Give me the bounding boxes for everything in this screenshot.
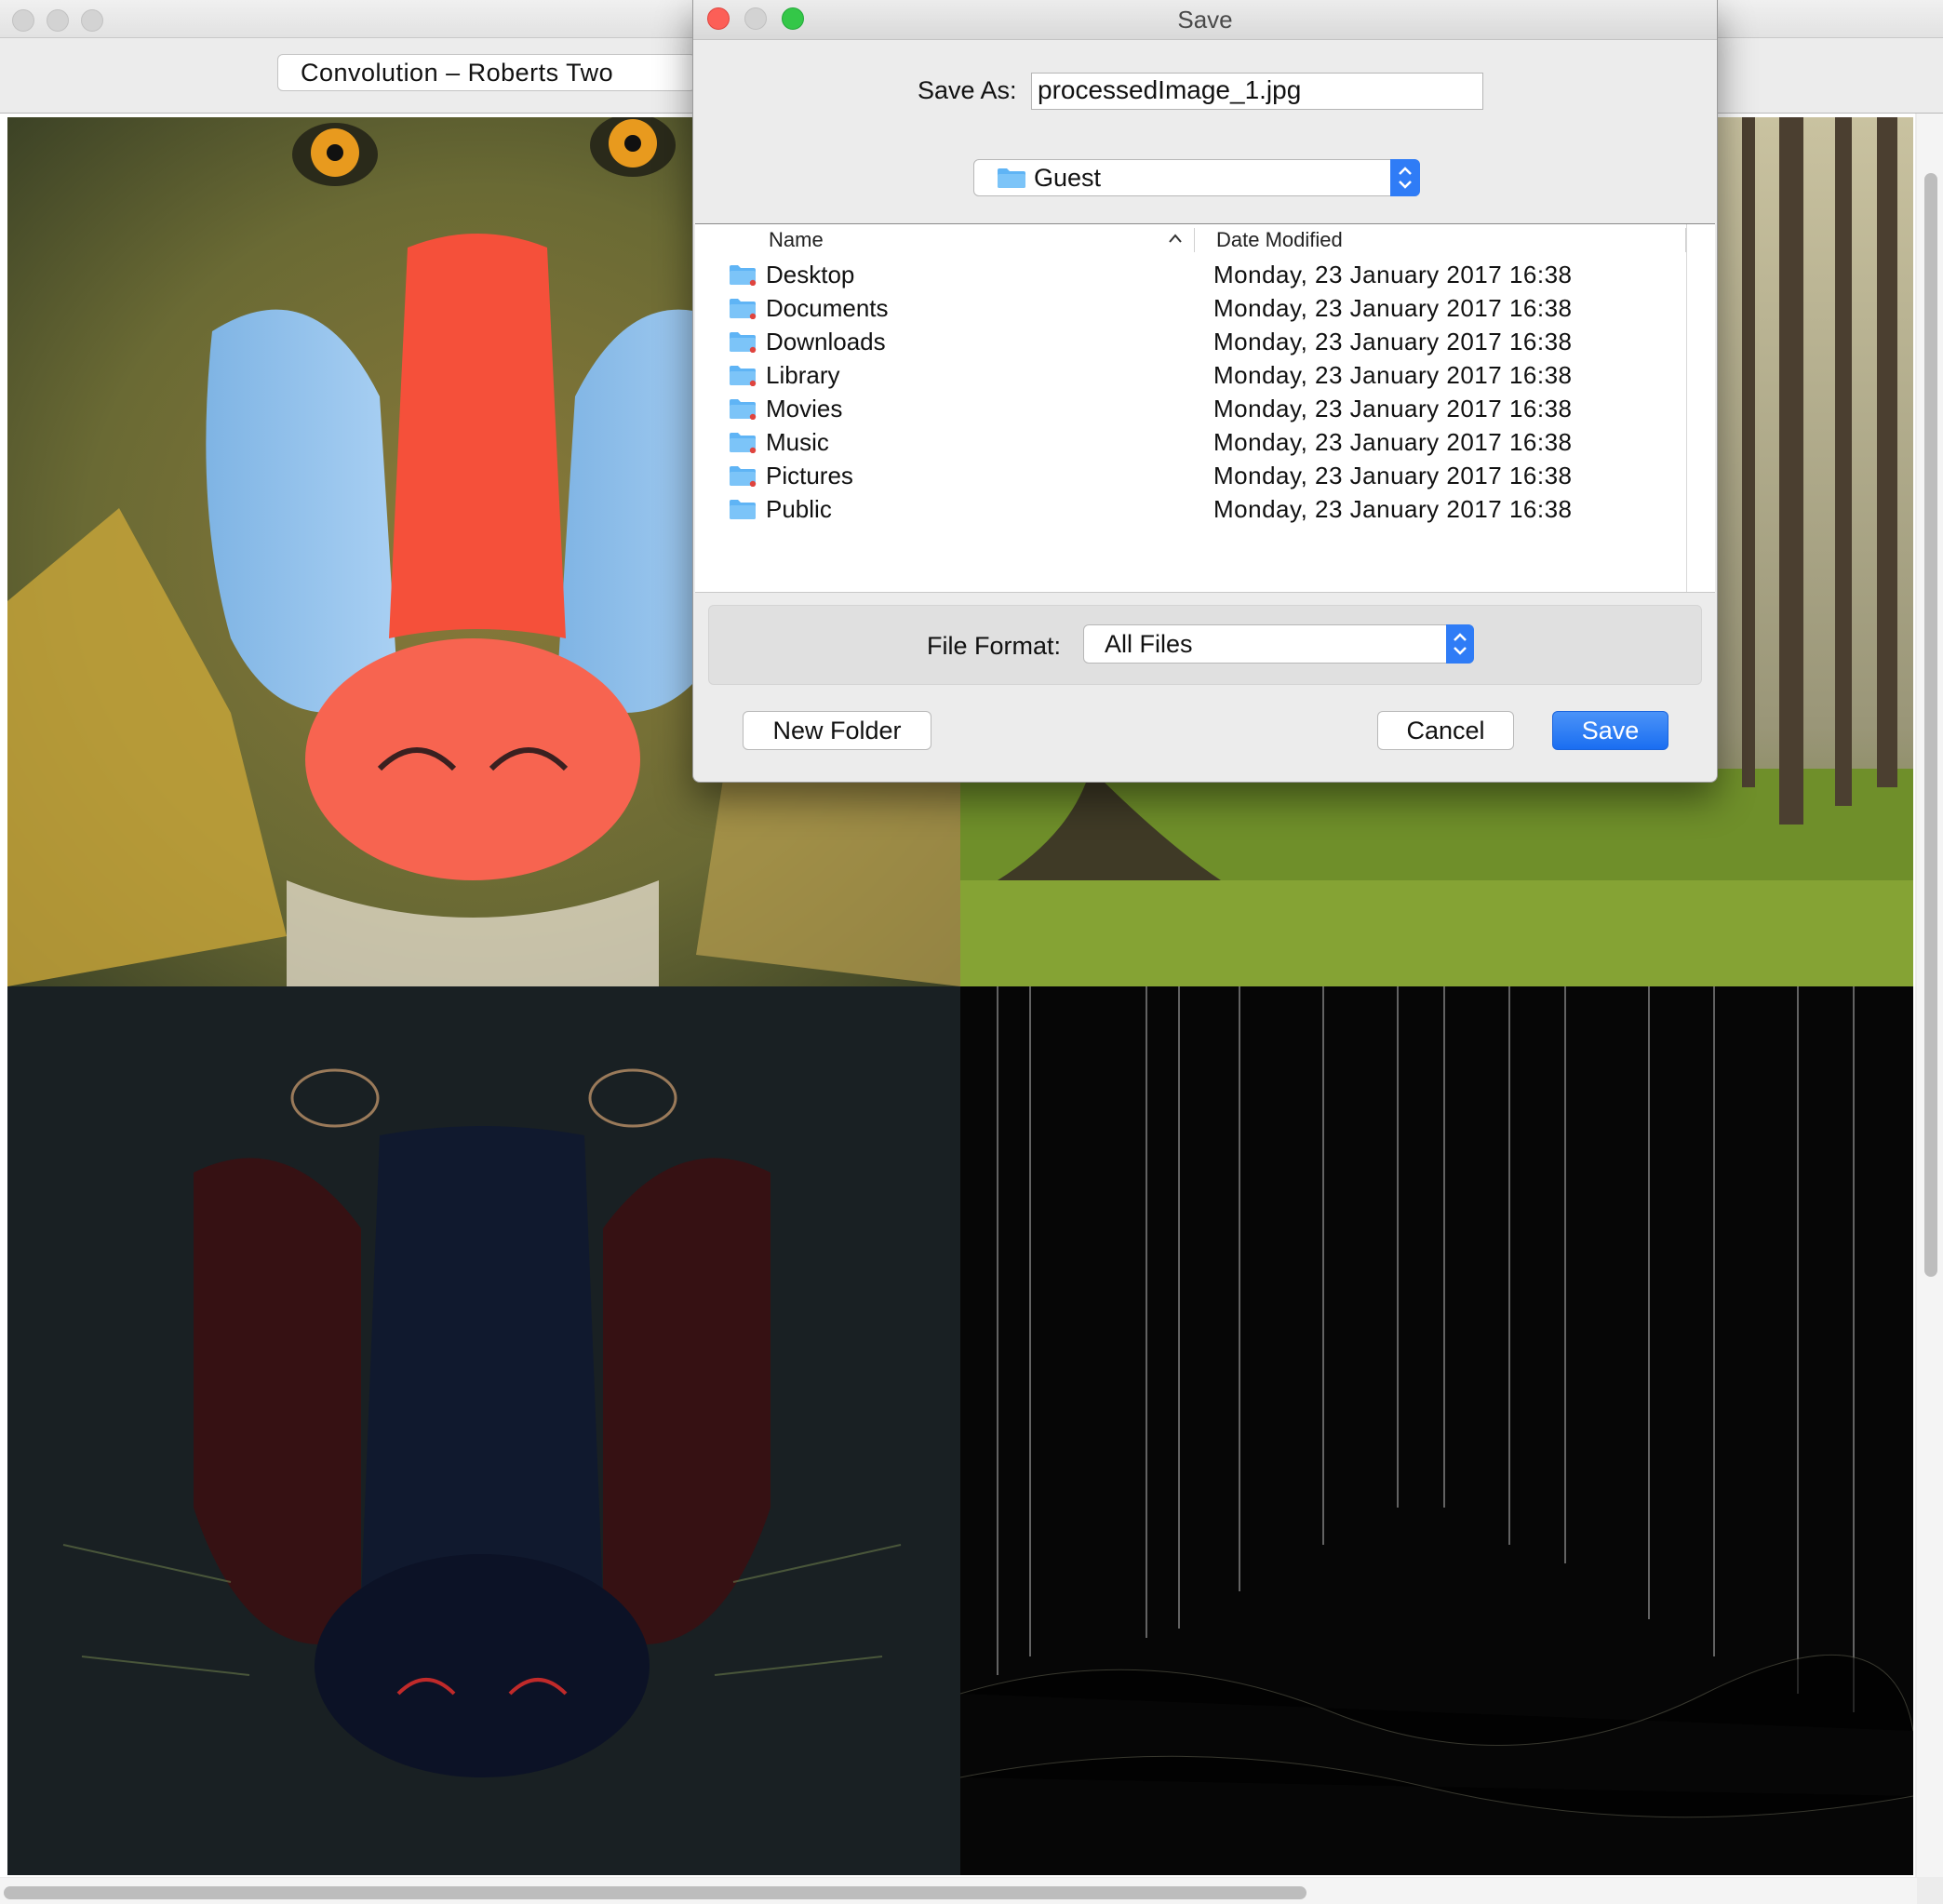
file-name: Pictures — [766, 462, 853, 489]
new-folder-button[interactable]: New Folder — [743, 711, 931, 750]
folder-icon — [729, 464, 757, 488]
file-format-label: File Format: — [927, 632, 1062, 660]
location-stepper-icon — [1390, 159, 1420, 196]
main-close-button[interactable] — [12, 9, 34, 32]
folder-icon — [729, 297, 757, 320]
dialog-titlebar: Save — [693, 0, 1717, 40]
file-date-modified: Monday, 23 January 2017 16:38 — [1213, 328, 1573, 355]
file-list-row[interactable]: Downloads Monday, 23 January 2017 16:38 — [695, 325, 1682, 358]
file-name: Public — [766, 495, 832, 523]
file-format-popup[interactable]: All Files — [1083, 624, 1474, 664]
file-list-row[interactable]: Pictures Monday, 23 January 2017 16:38 — [695, 459, 1682, 492]
file-list-row[interactable]: Public Monday, 23 January 2017 16:38 — [695, 492, 1682, 526]
folder-icon — [729, 498, 757, 520]
file-list-row[interactable]: Library Monday, 23 January 2017 16:38 — [695, 358, 1682, 392]
save-button[interactable]: Save — [1552, 711, 1668, 750]
operation-select[interactable]: Convolution – Roberts Two — [277, 54, 696, 91]
processed-forest-image — [960, 986, 1913, 1875]
horizontal-scroll-thumb[interactable] — [4, 1886, 1306, 1899]
location-label: Guest — [1034, 164, 1102, 192]
file-date-modified: Monday, 23 January 2017 16:38 — [1213, 261, 1573, 288]
file-list-row[interactable]: Documents Monday, 23 January 2017 16:38 — [695, 291, 1682, 325]
folder-icon — [729, 263, 757, 287]
file-name: Library — [766, 361, 840, 389]
file-date-modified: Monday, 23 January 2017 16:38 — [1213, 428, 1573, 456]
sort-ascending-icon[interactable] — [1168, 232, 1183, 249]
location-popup[interactable]: Guest — [973, 159, 1420, 196]
folder-icon — [997, 167, 1026, 194]
folder-icon — [729, 397, 757, 421]
file-list-row[interactable]: Movies Monday, 23 January 2017 16:38 — [695, 392, 1682, 425]
folder-icon — [729, 364, 757, 387]
file-date-modified: Monday, 23 January 2017 16:38 — [1213, 395, 1573, 422]
main-minimize-button[interactable] — [47, 9, 69, 32]
file-name: Downloads — [766, 328, 886, 355]
file-format-stepper-icon — [1446, 624, 1474, 664]
file-list-row[interactable]: Music Monday, 23 January 2017 16:38 — [695, 425, 1682, 459]
processed-mandrill-image — [7, 986, 960, 1875]
file-format-value: All Files — [1105, 630, 1193, 658]
file-name: Movies — [766, 395, 843, 422]
file-date-modified: Monday, 23 January 2017 16:38 — [1213, 495, 1573, 523]
save-dialog: Save Save As: processedImage_1.jpg Guest… — [692, 0, 1718, 783]
dialog-title: Save — [1177, 6, 1233, 34]
folder-icon — [729, 431, 757, 454]
column-header-date-modified[interactable]: Date Modified — [1216, 228, 1343, 252]
vertical-scroll-thumb[interactable] — [1924, 173, 1937, 1277]
save-as-label: Save As: — [918, 76, 1017, 104]
file-date-modified: Monday, 23 January 2017 16:38 — [1213, 361, 1573, 389]
cancel-button[interactable]: Cancel — [1377, 711, 1514, 750]
file-date-modified: Monday, 23 January 2017 16:38 — [1213, 462, 1573, 489]
column-header-name[interactable]: Name — [769, 228, 824, 252]
file-format-panel: File Format: All Files — [708, 605, 1702, 685]
file-browser-list[interactable]: Name Date Modified Desktop Monday, 23 Jan… — [695, 223, 1715, 593]
file-list-row[interactable]: Desktop Monday, 23 January 2017 16:38 — [695, 258, 1682, 291]
file-name: Music — [766, 428, 829, 456]
folder-icon — [729, 330, 757, 354]
main-zoom-button[interactable] — [81, 9, 103, 32]
file-name: Documents — [766, 294, 889, 322]
list-scroll-gutter — [1686, 224, 1687, 592]
file-name: Desktop — [766, 261, 855, 288]
filename-field[interactable]: processedImage_1.jpg — [1031, 73, 1483, 110]
column-divider — [1194, 228, 1195, 252]
file-date-modified: Monday, 23 January 2017 16:38 — [1213, 294, 1573, 322]
